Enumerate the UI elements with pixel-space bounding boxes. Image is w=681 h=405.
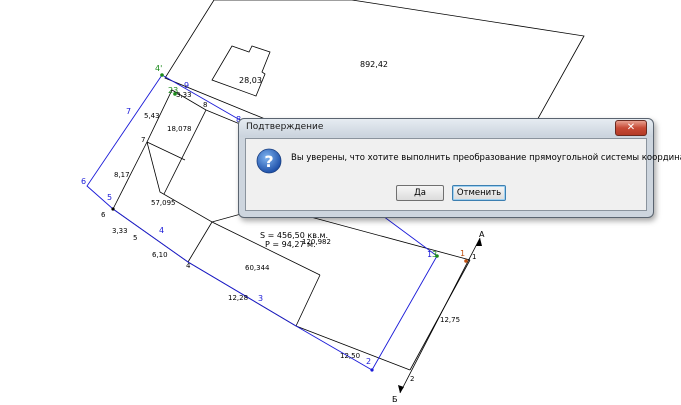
point-label: 2	[410, 375, 414, 383]
point-label-blue: 3	[258, 294, 263, 303]
dialog-title: Подтверждение	[246, 122, 324, 132]
point-label-blue: 7	[126, 107, 131, 116]
distance-label: 12,28	[228, 294, 248, 302]
dialog-body: ? Вы уверены, что хотите выполнить преоб…	[245, 138, 681, 211]
distance-label: 8,17	[114, 171, 130, 179]
point-label-blue: 2	[366, 357, 371, 366]
dialog-titlebar[interactable]: Подтверждение ✕	[239, 119, 653, 137]
distance-label: 3,33	[112, 227, 128, 235]
distance-label: 12,50	[340, 352, 360, 360]
point-label-green: 3	[432, 250, 437, 259]
point-label-blue: 9	[184, 81, 189, 90]
axis-marker-a: А	[479, 230, 485, 239]
point-label-blue: 6	[81, 177, 86, 186]
point-label-green: 4'	[155, 64, 162, 73]
point-label-orange: 1	[460, 249, 465, 258]
point-label: 6	[101, 211, 106, 219]
area-label-2: 28,03	[239, 76, 262, 85]
point-label: 7	[141, 136, 145, 144]
point-label-blue: 5	[107, 193, 112, 202]
cancel-button[interactable]: Отменить	[452, 185, 506, 201]
yes-button[interactable]: Да	[396, 185, 444, 201]
area-label-5: 60,344	[245, 264, 270, 272]
distance-label: 3,33	[176, 91, 192, 99]
area-label-4: 57,095	[151, 199, 176, 207]
dialog-message: Вы уверены, что хотите выполнить преобра…	[291, 153, 681, 163]
distance-label: 5,43	[144, 112, 160, 120]
point-label: 1	[472, 253, 476, 261]
area-label-1: 892,42	[360, 60, 388, 69]
svg-text:?: ?	[264, 152, 273, 171]
distance-label: 12,75	[440, 316, 460, 324]
close-button[interactable]: ✕	[615, 120, 647, 136]
point-label: 4	[186, 262, 191, 270]
confirmation-dialog: Подтверждение ✕ ? Вы уверены, что хотите…	[238, 118, 681, 218]
distance-label: 6,10	[152, 251, 168, 259]
building-outline	[211, 45, 271, 97]
area-label-3: 18,078	[167, 125, 192, 133]
point-label: 8	[203, 101, 207, 109]
point-label-green: 23	[168, 86, 178, 95]
axis-marker-b: Б	[392, 395, 398, 404]
area-extra-label: 120,982	[302, 238, 331, 246]
question-icon: ?	[256, 148, 282, 174]
point-label-blue: 4	[159, 226, 164, 235]
point-label: 5	[133, 234, 137, 242]
